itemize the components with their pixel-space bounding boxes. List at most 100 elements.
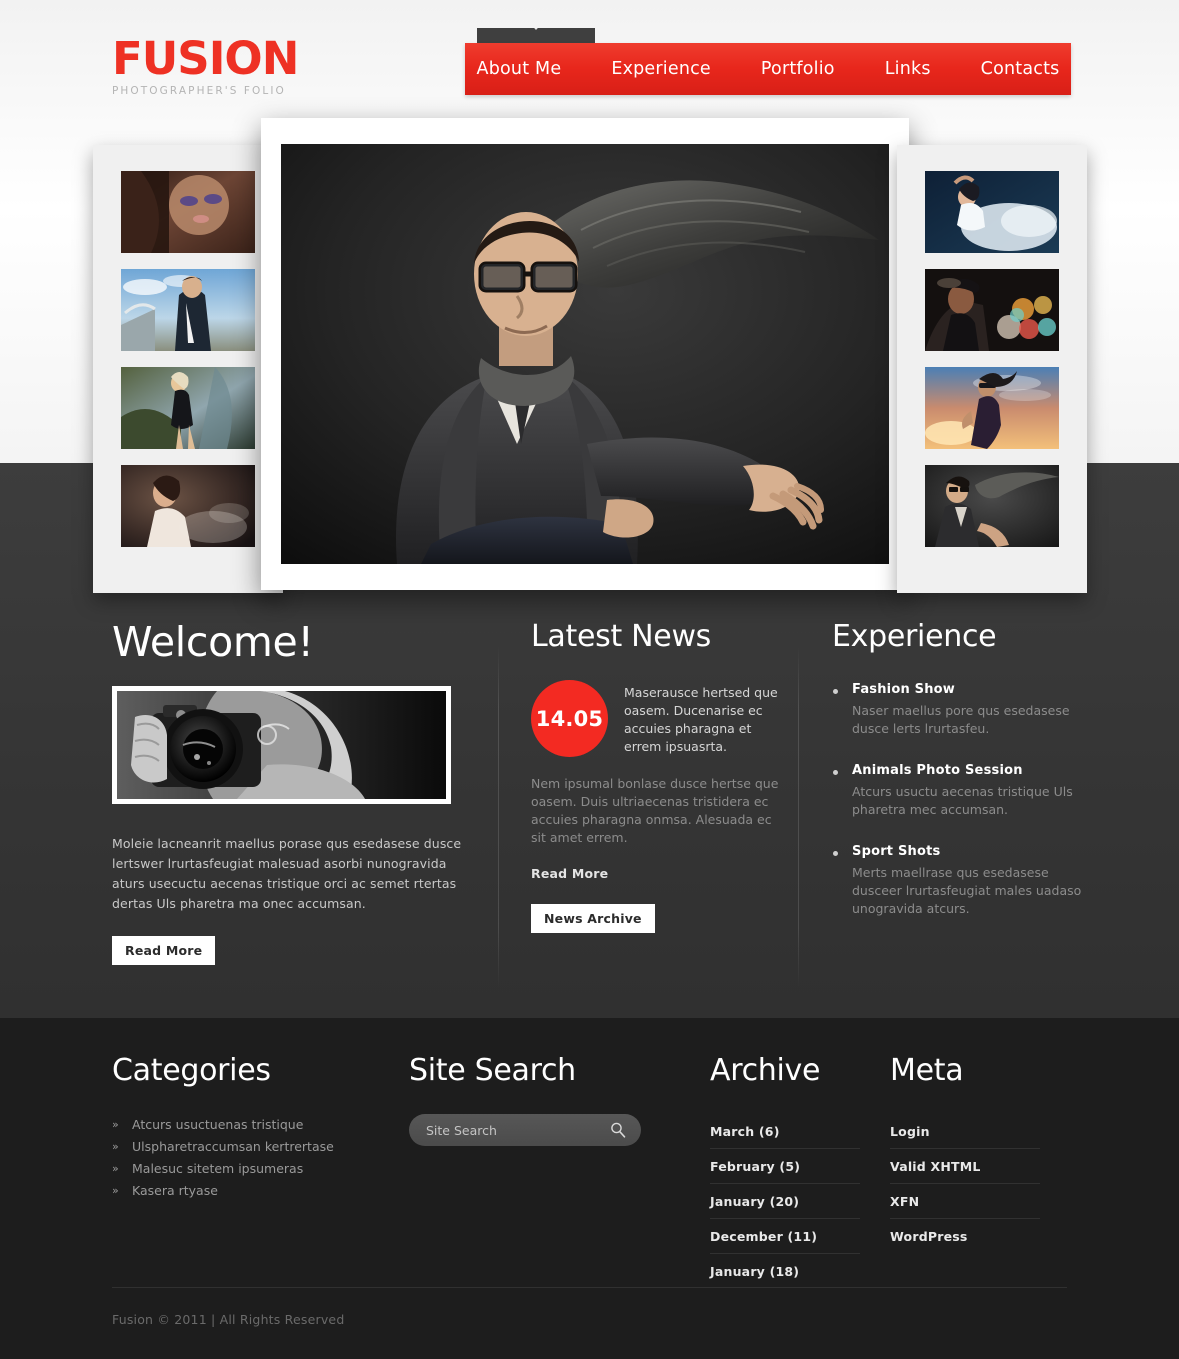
bullet-dot-icon — [833, 851, 838, 856]
welcome-section: Welcome! Moleie lacneanrit maellus poras… — [112, 620, 477, 965]
category-label: Atcurs usuctuenas tristique — [132, 1117, 304, 1132]
meta-item[interactable]: WordPress — [890, 1219, 1040, 1253]
portfolio-slider — [0, 118, 1179, 598]
news-date-badge: 14.05 — [531, 680, 608, 757]
thumb-image-woman-white-feathers-smoke — [121, 465, 255, 547]
archive-item[interactable]: February (5) — [710, 1149, 860, 1184]
site-footer: Categories » Atcurs usuctuenas tristique… — [0, 1018, 1179, 1359]
thumbnail-item[interactable] — [925, 269, 1059, 351]
meta-item[interactable]: XFN — [890, 1184, 1040, 1219]
meta-label: Valid XHTML — [890, 1159, 981, 1174]
welcome-image-photographer-holding-camera-bw — [117, 691, 446, 799]
thumbnail-item[interactable] — [121, 269, 255, 351]
meta-label: Login — [890, 1124, 930, 1139]
experience-item[interactable]: Fashion Show Naser maellus pore qus esed… — [832, 682, 1094, 738]
thumbnail-panel-left — [93, 145, 283, 593]
experience-item-title: Fashion Show — [852, 682, 956, 697]
search-box[interactable] — [409, 1114, 641, 1146]
latest-news-heading: Latest News — [531, 619, 712, 654]
thumb-image-portrait-woman-purple-eyeshadow — [121, 171, 255, 253]
thumb-image-woman-white-tulle-dress-water — [925, 171, 1059, 253]
archive-item[interactable]: January (18) — [710, 1254, 860, 1288]
news-item: 14.05 Maserausce hertsed que oasem. Duce… — [531, 680, 789, 757]
main-navigation: About Me Experience Portfolio Links Cont… — [465, 43, 1071, 95]
news-read-more-link[interactable]: Read More — [531, 866, 608, 881]
site-header: FUSION PHOTOGRAPHER'S FOLIO About Me Exp… — [0, 0, 1179, 120]
thumbnail-item[interactable] — [121, 171, 255, 253]
experience-heading: Experience — [832, 619, 997, 654]
category-label: Kasera rtyase — [132, 1183, 218, 1198]
experience-item-desc: Atcurs usuctu aecenas tristique Uls phar… — [852, 784, 1073, 817]
welcome-heading: Welcome! — [112, 618, 314, 666]
footer-site-search: Site Search — [409, 1054, 669, 1146]
welcome-body-text: Moleie lacneanrit maellus porase qus ese… — [112, 836, 462, 911]
content-divider — [498, 646, 499, 988]
archive-label: December (11) — [710, 1229, 818, 1244]
experience-item-title: Sport Shots — [852, 844, 941, 859]
experience-item[interactable]: Sport Shots Merts maellrase qus esedases… — [832, 844, 1094, 918]
nav-item-links[interactable]: Links — [860, 43, 956, 95]
nav-item-about-me[interactable]: About Me — [452, 43, 587, 95]
experience-section: Experience Fashion Show Naser maellus po… — [832, 620, 1094, 943]
thumb-image-blonde-woman-black-dress-garden — [121, 367, 255, 449]
welcome-photo-frame[interactable] — [112, 686, 451, 804]
thumbnail-item[interactable] — [121, 367, 255, 449]
meta-item[interactable]: Valid XHTML — [890, 1149, 1040, 1184]
welcome-read-more-button[interactable]: Read More — [112, 936, 216, 965]
content-divider — [798, 646, 799, 988]
nav-item-contacts[interactable]: Contacts — [956, 43, 1085, 95]
archive-list: March (6) February (5) January (20) Dece… — [710, 1114, 860, 1288]
double-chevron-icon: » — [112, 1140, 119, 1153]
archive-label: February (5) — [710, 1159, 801, 1174]
meta-label: WordPress — [890, 1229, 968, 1244]
meta-item[interactable]: Login — [890, 1114, 1040, 1149]
thumbnail-item[interactable] — [121, 465, 255, 547]
bullet-dot-icon — [833, 689, 838, 694]
thumb-image-man-denim-jacket-bridge — [121, 269, 255, 351]
thumbnail-item[interactable] — [925, 367, 1059, 449]
footer-divider — [112, 1287, 1067, 1288]
main-image-man-glasses-leather-jacket-flying-fabric — [281, 144, 889, 564]
categories-heading: Categories — [112, 1053, 271, 1088]
meta-label: XFN — [890, 1194, 920, 1209]
category-item[interactable]: » Malesuc sitetem ipsumeras — [112, 1158, 402, 1180]
nav-item-experience[interactable]: Experience — [586, 43, 736, 95]
slider-main-frame[interactable] — [261, 118, 909, 590]
footer-archive: Archive March (6) February (5) January (… — [710, 1054, 860, 1288]
thumbnail-item[interactable] — [925, 465, 1059, 547]
category-item[interactable]: » Atcurs usuctuenas tristique — [112, 1114, 402, 1136]
experience-item[interactable]: Animals Photo Session Atcurs usuctu aece… — [832, 763, 1094, 819]
meta-list: Login Valid XHTML XFN WordPress — [890, 1114, 1040, 1253]
category-item[interactable]: » Ulspharetraccumsan kertrertase — [112, 1136, 402, 1158]
thumbnail-panel-right — [897, 145, 1087, 593]
thumb-image-man-suit-dark-flowing-fabric — [925, 465, 1059, 547]
search-input[interactable] — [409, 1122, 599, 1138]
archive-label: January (18) — [710, 1264, 800, 1279]
bullet-dot-icon — [833, 770, 838, 775]
footer-meta: Meta Login Valid XHTML XFN WordPress — [890, 1054, 1040, 1253]
logo-text: FUSION — [112, 32, 299, 85]
slider-main-image — [281, 144, 889, 564]
categories-list: » Atcurs usuctuenas tristique » Ulsphare… — [112, 1114, 402, 1202]
search-icon[interactable] — [609, 1121, 627, 1139]
page-root: FUSION PHOTOGRAPHER'S FOLIO About Me Exp… — [0, 0, 1179, 1359]
logo[interactable]: FUSION PHOTOGRAPHER'S FOLIO — [112, 32, 299, 98]
logo-tagline: PHOTOGRAPHER'S FOLIO — [112, 85, 286, 97]
thumbnail-item[interactable] — [925, 171, 1059, 253]
category-label: Malesuc sitetem ipsumeras — [132, 1161, 304, 1176]
experience-item-desc: Merts maellrase qus esedasese dusceer lr… — [852, 865, 1082, 916]
footer-categories: Categories » Atcurs usuctuenas tristique… — [112, 1054, 402, 1202]
archive-heading: Archive — [710, 1053, 821, 1088]
nav-item-portfolio[interactable]: Portfolio — [736, 43, 860, 95]
news-archive-button[interactable]: News Archive — [531, 904, 655, 933]
archive-item[interactable]: March (6) — [710, 1114, 860, 1149]
main-content: Welcome! Moleie lacneanrit maellus poras… — [0, 620, 1179, 1018]
archive-item[interactable]: December (11) — [710, 1219, 860, 1254]
archive-label: March (6) — [710, 1124, 780, 1139]
meta-heading: Meta — [890, 1053, 964, 1088]
archive-item[interactable]: January (20) — [710, 1184, 860, 1219]
site-search-heading: Site Search — [409, 1053, 576, 1088]
double-chevron-icon: » — [112, 1118, 119, 1131]
category-item[interactable]: » Kasera rtyase — [112, 1180, 402, 1202]
archive-label: January (20) — [710, 1194, 800, 1209]
